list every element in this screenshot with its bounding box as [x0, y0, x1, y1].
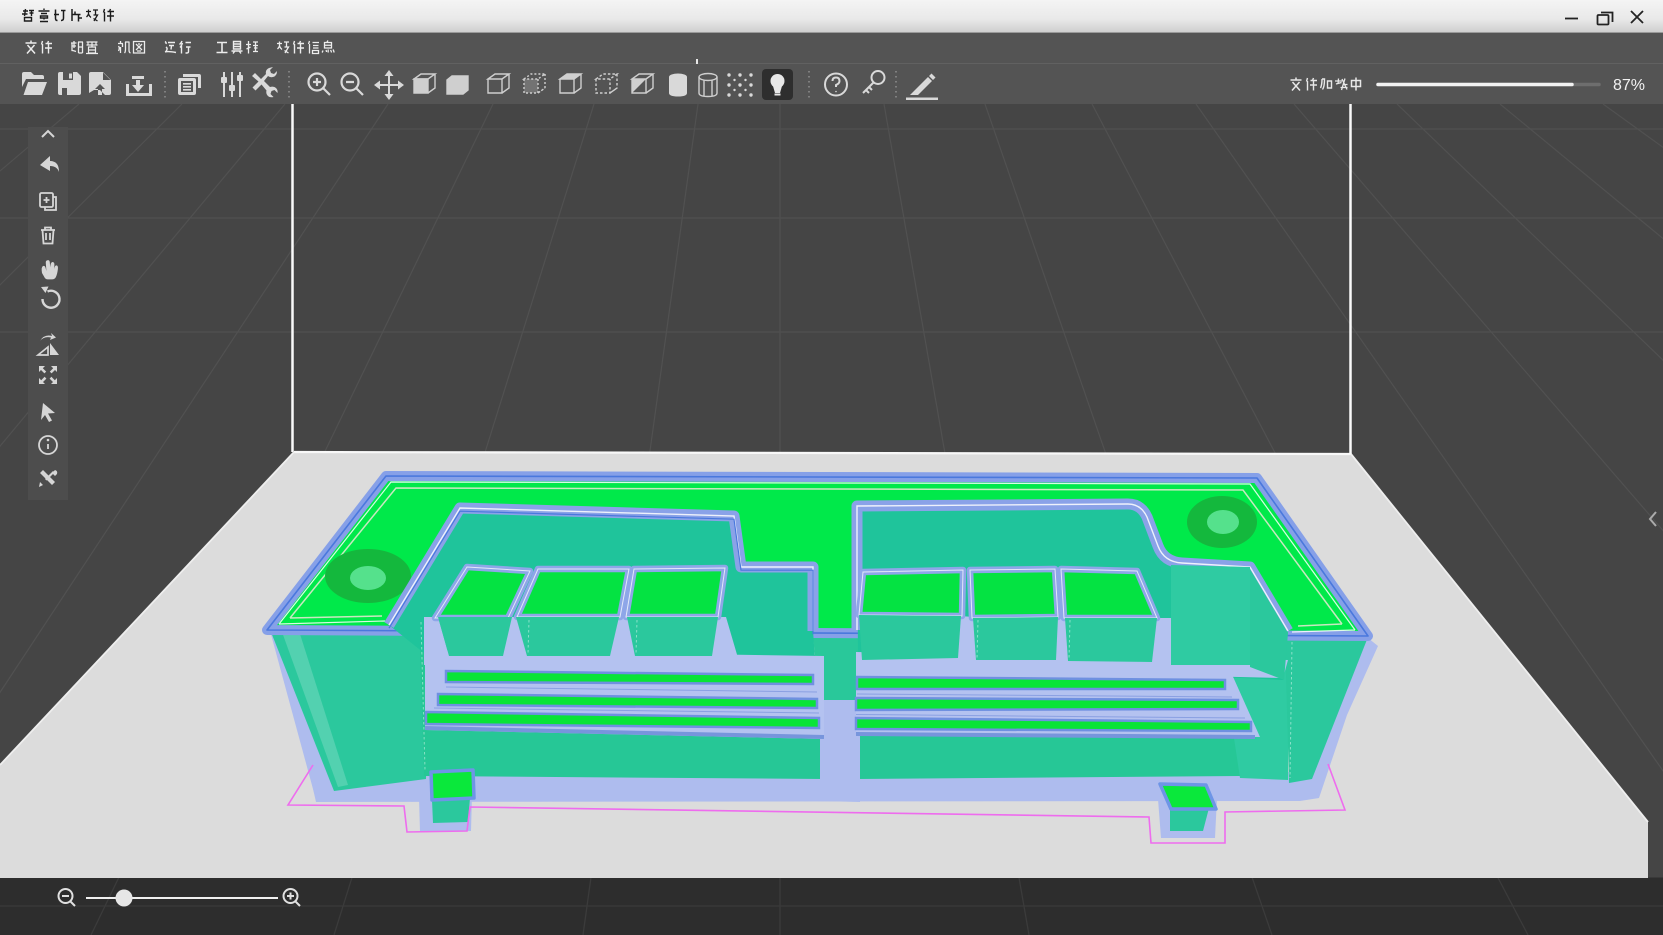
svg-text:87%: 87%: [1613, 77, 1645, 94]
